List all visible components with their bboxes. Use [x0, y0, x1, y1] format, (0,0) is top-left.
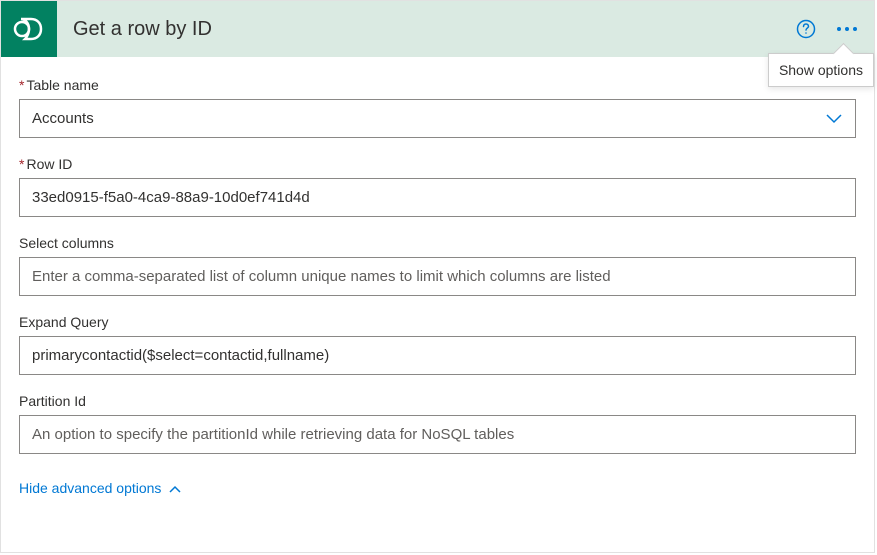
more-options-icon[interactable] [836, 26, 858, 32]
chevron-up-icon [169, 480, 181, 496]
options-tooltip: Show options [768, 53, 874, 87]
advanced-options-toggle[interactable]: Hide advanced options [19, 480, 181, 496]
header-actions [796, 19, 858, 39]
partition-id-label: Partition Id [19, 393, 856, 409]
field-partition-id: Partition Id [19, 393, 856, 454]
connector-icon [1, 1, 57, 57]
row-id-label: *Row ID [19, 156, 856, 172]
card-body: *Table name *Row ID Select columns E [1, 57, 874, 552]
advanced-toggle-label: Hide advanced options [19, 480, 161, 496]
card-title: Get a row by ID [73, 18, 796, 41]
expand-query-label: Expand Query [19, 314, 856, 330]
action-card: Get a row by ID Show options [0, 0, 875, 553]
row-id-input[interactable] [19, 178, 856, 217]
field-table-name: *Table name [19, 77, 856, 138]
field-expand-query: Expand Query [19, 314, 856, 375]
partition-id-input[interactable] [19, 415, 856, 454]
field-select-columns: Select columns [19, 235, 856, 296]
select-columns-label: Select columns [19, 235, 856, 251]
table-name-label: *Table name [19, 77, 856, 93]
required-marker: * [19, 77, 24, 93]
tooltip-text: Show options [779, 62, 863, 78]
select-columns-input[interactable] [19, 257, 856, 296]
required-marker: * [19, 156, 24, 172]
table-name-select[interactable] [19, 99, 856, 138]
expand-query-input[interactable] [19, 336, 856, 375]
help-icon[interactable] [796, 19, 816, 39]
table-name-input[interactable] [19, 99, 856, 138]
card-header: Get a row by ID Show options [1, 1, 874, 57]
field-row-id: *Row ID [19, 156, 856, 217]
